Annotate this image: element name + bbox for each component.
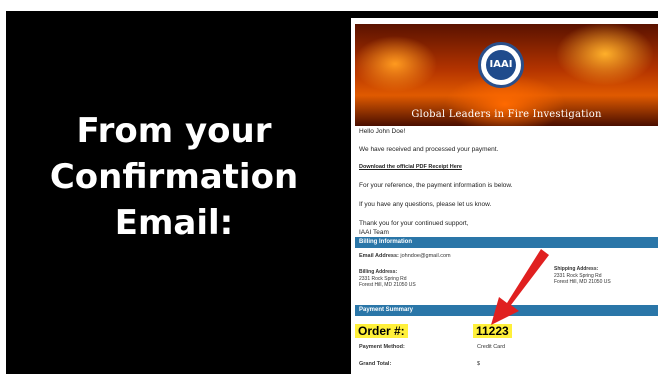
headline-line-2: Confirmation (49, 157, 299, 197)
red-arrow-icon (491, 249, 549, 325)
email-address-label: Email Address: (359, 253, 399, 259)
email-address-value: johndoe@gmail.com (400, 253, 451, 259)
iaai-logo-text: IAAI (486, 50, 516, 80)
billing-information-bar: Billing Information (355, 237, 658, 248)
banner-tagline: Global Leaders in Fire Investigation (411, 109, 602, 120)
iaai-logo-seal: IAAI (478, 42, 524, 88)
slide-headline: From your Confirmation Email: (6, 108, 342, 246)
fire-banner: IAAI Global Leaders in Fire Investigatio… (355, 24, 658, 126)
grand-total-label: Grand Total: (359, 361, 392, 367)
payment-received-text: We have received and processed your paym… (359, 146, 499, 153)
download-receipt-link[interactable]: Download the official PDF Receipt Here (359, 164, 462, 170)
headline-line-1: From your (76, 111, 272, 151)
thanks-text: Thank you for your continued support, (359, 220, 469, 227)
shipping-address-line2: Forest Hill, MD 21050 US (554, 279, 611, 285)
payment-method-value: Credit Card (477, 344, 506, 350)
headline-line-3: Email: (114, 203, 234, 243)
payment-method-label: Payment Method: (359, 344, 405, 350)
billing-address-block: Billing Address: 2331 Rock Spring Rd For… (359, 269, 416, 289)
order-number-label: Order #: (355, 324, 408, 338)
shipping-address-block: Shipping Address: 2331 Rock Spring Rd Fo… (554, 266, 611, 286)
reference-text: For your reference, the payment informat… (359, 182, 513, 189)
questions-text: If you have any questions, please let us… (359, 201, 492, 208)
grand-total-value: $ (477, 361, 481, 367)
presentation-slide: From your Confirmation Email: IAAI Globa… (6, 11, 662, 374)
billing-address-line2: Forest Hill, MD 21050 US (359, 282, 416, 288)
signature-text: IAAI Team (359, 229, 389, 236)
confirmation-email-screenshot: IAAI Global Leaders in Fire Investigatio… (351, 18, 662, 374)
greeting-text: Hello John Doe! (359, 128, 406, 135)
